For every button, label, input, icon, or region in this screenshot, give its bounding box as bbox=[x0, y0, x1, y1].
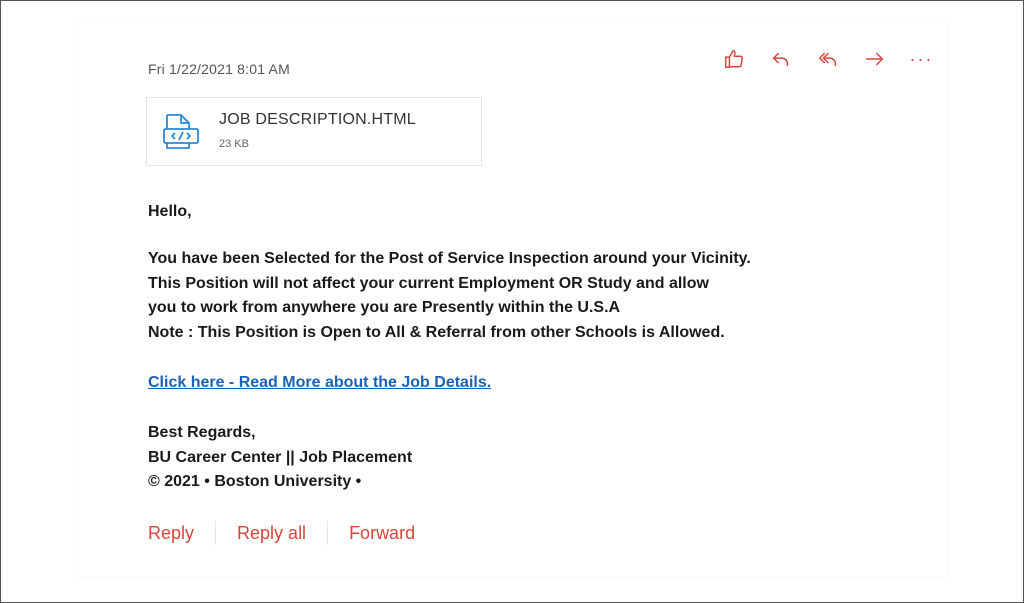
more-icon: ··· bbox=[909, 48, 934, 69]
body-line: You have been Selected for the Post of S… bbox=[148, 250, 751, 267]
reply-icon-button[interactable] bbox=[757, 44, 804, 74]
reply-all-icon-button[interactable] bbox=[804, 44, 851, 74]
reply-all-button[interactable]: Reply all bbox=[237, 523, 306, 544]
reply-button[interactable]: Reply bbox=[148, 523, 194, 544]
forward-button[interactable]: Forward bbox=[349, 523, 415, 544]
forward-icon-button[interactable] bbox=[851, 44, 898, 74]
html-file-icon bbox=[163, 114, 199, 149]
reply-icon bbox=[772, 52, 788, 67]
more-actions-button[interactable]: ··· bbox=[898, 44, 945, 74]
greeting-text: Hello, bbox=[148, 203, 192, 220]
job-details-link-text: Click here - Read More about the Job Det… bbox=[148, 374, 492, 391]
signature-line: © 2021 • Boston University • bbox=[148, 473, 362, 490]
reply-bar: Reply Reply all Forward bbox=[148, 521, 415, 545]
message-actions: ··· bbox=[710, 44, 945, 74]
signature-line: BU Career Center || Job Placement bbox=[148, 448, 413, 466]
reply-all-icon bbox=[818, 52, 836, 67]
divider bbox=[327, 521, 329, 545]
email-greeting: Hello, bbox=[148, 200, 192, 225]
thumbs-up-icon bbox=[724, 50, 743, 68]
body-line: you to work from anywhere you are Presen… bbox=[148, 299, 621, 316]
divider bbox=[215, 521, 217, 545]
attachment-size: 23 KB bbox=[219, 138, 249, 150]
signature-line: Best Regards, bbox=[148, 424, 256, 441]
job-details-link[interactable]: Click here - Read More about the Job Det… bbox=[148, 371, 491, 396]
forward-icon bbox=[865, 52, 883, 66]
body-line: Note : This Position is Open to All & Re… bbox=[148, 323, 725, 341]
body-line: This Position will not affect your curre… bbox=[148, 274, 709, 292]
attachment-name: JOB DESCRIPTION.HTML bbox=[219, 111, 416, 128]
email-date: Fri 1/22/2021 8:01 AM bbox=[148, 61, 290, 77]
like-button[interactable] bbox=[710, 44, 757, 74]
attachment-card[interactable]: JOB DESCRIPTION.HTML 23 KB bbox=[146, 97, 482, 166]
email-signature: Best Regards, BU Career Center || Job Pl… bbox=[148, 421, 412, 495]
email-paragraph: You have been Selected for the Post of S… bbox=[148, 247, 751, 345]
